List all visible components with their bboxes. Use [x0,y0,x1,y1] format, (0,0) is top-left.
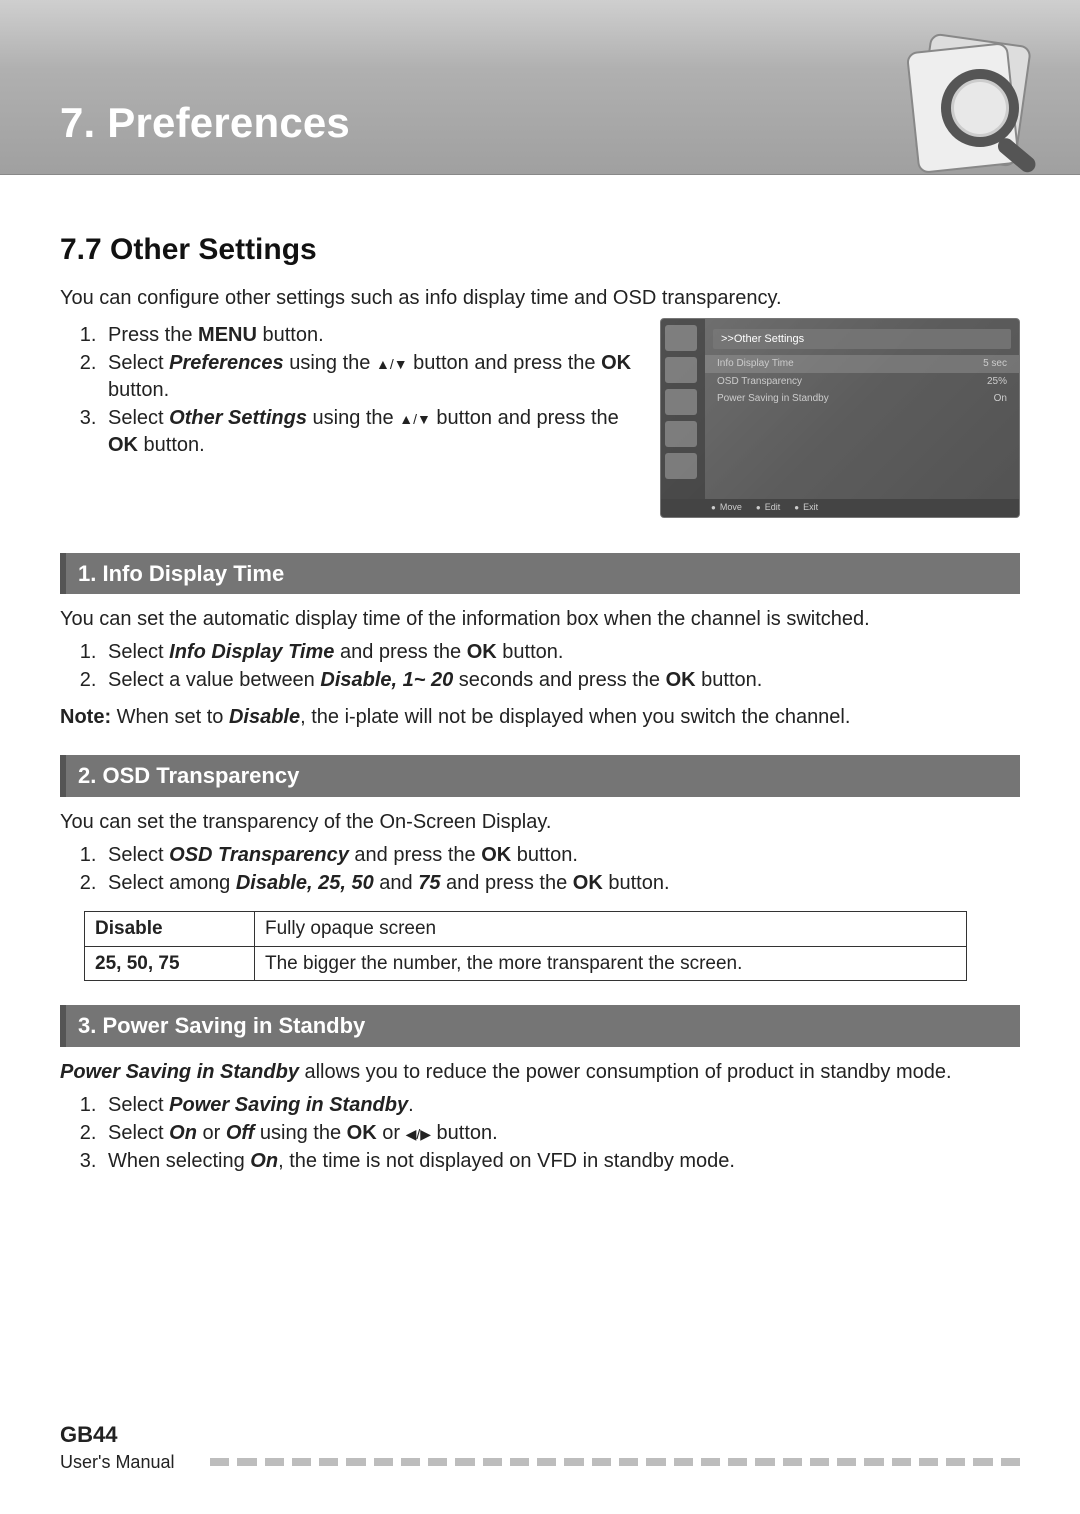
sub3-steps: Select Power Saving in Standby. Select O… [60,1092,1020,1175]
screenshot-row: Info Display Time5 sec [705,355,1019,373]
step-item: Select Other Settings using the ▲/▼ butt… [102,405,638,459]
sub2-intro: You can set the transparency of the On-S… [60,809,1020,836]
sub1-steps: Select Info Display Time and press the O… [60,639,1020,694]
step-item: Select Info Display Time and press the O… [102,639,1020,666]
osd-options-table: DisableFully opaque screen 25, 50, 75The… [84,911,967,981]
page-code: GB44 [60,1420,1020,1450]
step-item: When selecting On, the time is not displ… [102,1148,1020,1175]
page-magnifier-icon [895,30,1055,190]
sub1-intro: You can set the automatic display time o… [60,606,1020,633]
sub1-note: Note: When set to Disable, the i-plate w… [60,704,1020,731]
screenshot-footer-item: Edit [756,501,780,514]
tv-screenshot: >>Other Settings Info Display Time5 sec … [660,318,1020,518]
sub-header-osd: 2. OSD Transparency [60,755,1020,797]
sub-header-info-display: 1. Info Display Time [60,553,1020,595]
step-item: Press the MENU button. [102,322,638,349]
step-item: Select a value between Disable, 1~ 20 se… [102,667,1020,694]
section-intro: You can configure other settings such as… [60,285,1020,312]
chapter-header: 7. Preferences [0,0,1080,175]
step-item: Select among Disable, 25, 50 and 75 and … [102,870,1020,897]
footer-dashes-icon [210,1458,1020,1470]
sub-header-power-saving: 3. Power Saving in Standby [60,1005,1020,1047]
step-item: Select On or Off using the OK or ◀/▶ but… [102,1120,1020,1147]
sub2-steps: Select OSD Transparency and press the OK… [60,842,1020,897]
page-content: 7.7 Other Settings You can configure oth… [0,175,1080,1175]
chapter-title: 7. Preferences [60,95,350,152]
screenshot-footer-item: Move [711,501,742,514]
sub3-intro: Power Saving in Standby allows you to re… [60,1059,1020,1086]
step-item: Select Power Saving in Standby. [102,1092,1020,1119]
step-item: Select OSD Transparency and press the OK… [102,842,1020,869]
screenshot-title: >>Other Settings [713,329,1011,350]
main-steps: Press the MENU button. Select Preference… [60,322,638,459]
screenshot-row: Power Saving in StandbyOn [705,390,1019,408]
table-row: DisableFully opaque screen [85,911,967,946]
table-row: 25, 50, 75The bigger the number, the mor… [85,946,967,981]
step-item: Select Preferences using the ▲/▼ button … [102,350,638,404]
screenshot-row: OSD Transparency25% [705,373,1019,391]
page-footer: GB44 User's Manual [60,1420,1020,1474]
screenshot-footer-item: Exit [794,501,818,514]
section-title: 7.7 Other Settings [60,230,1020,271]
